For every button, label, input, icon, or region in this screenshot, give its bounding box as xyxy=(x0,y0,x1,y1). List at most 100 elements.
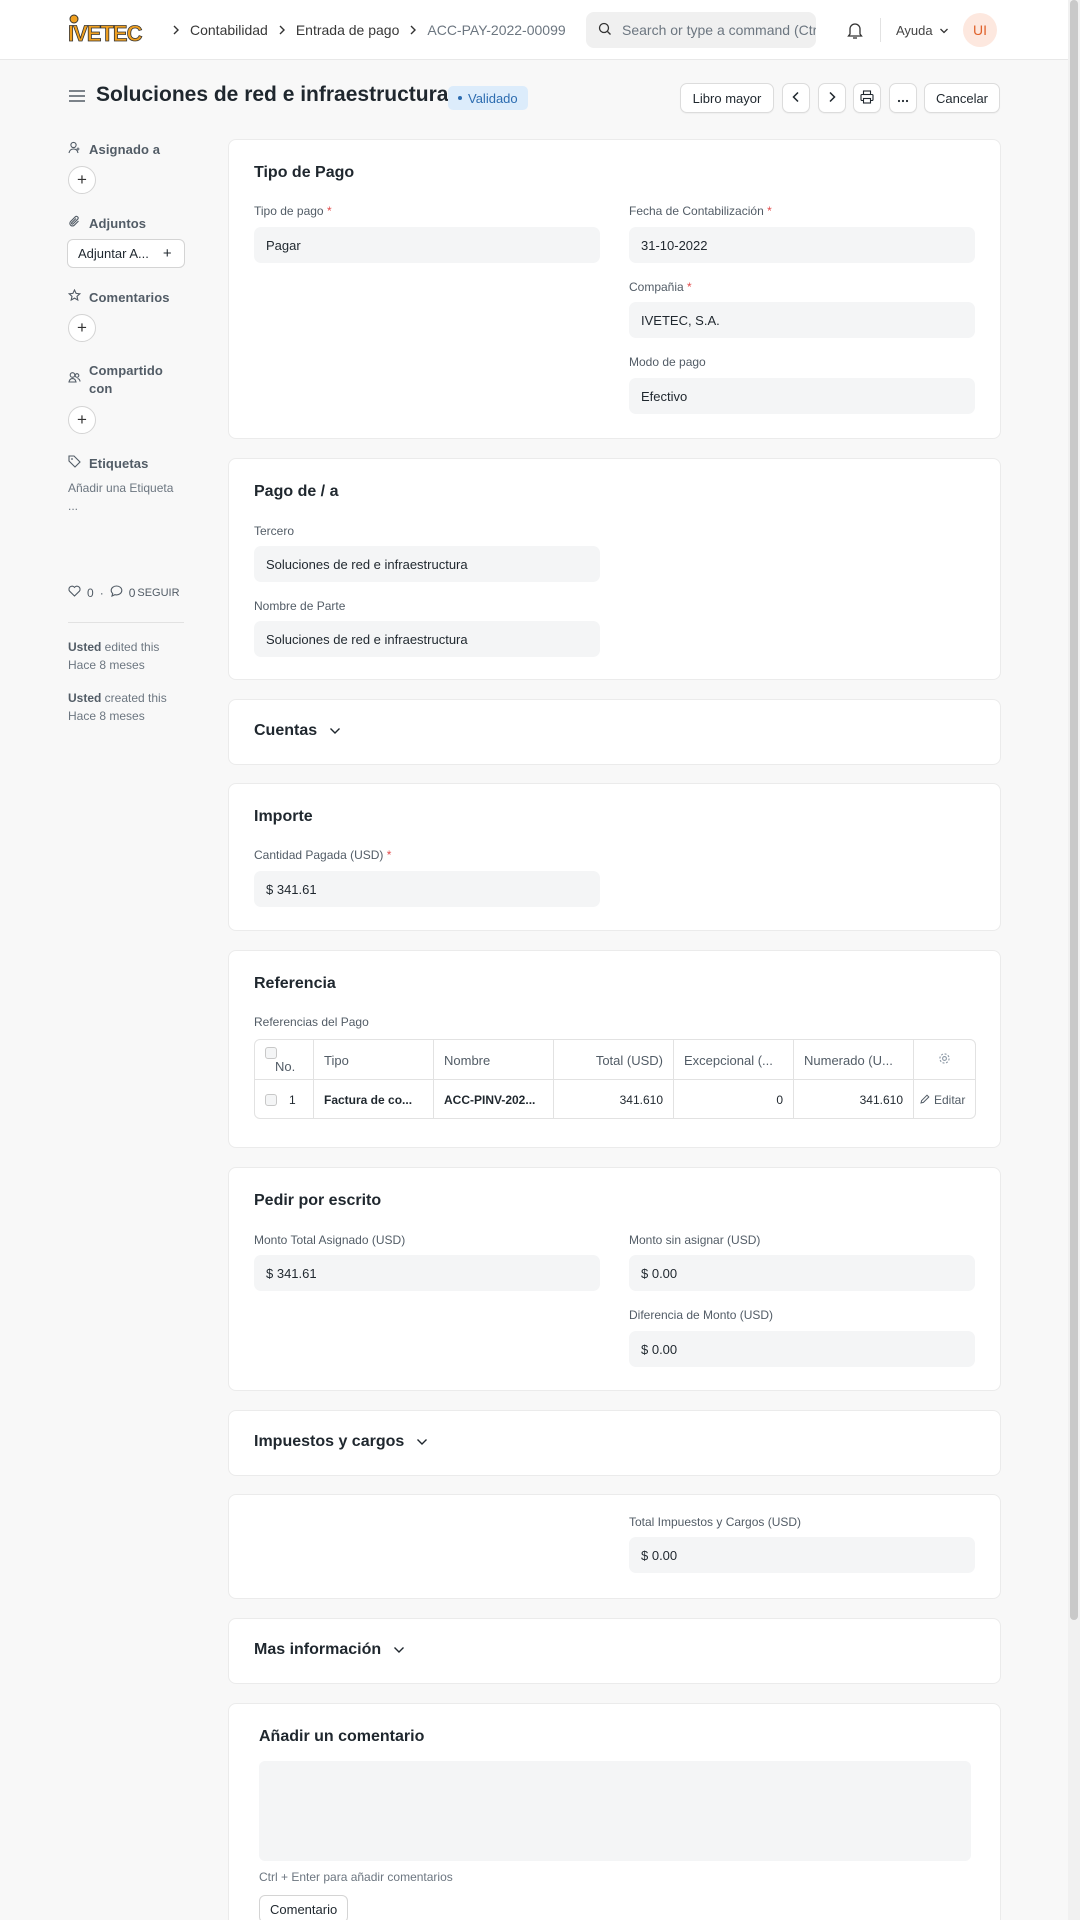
section-title: Mas información xyxy=(254,1641,382,1658)
page-scrollbar-thumb[interactable] xyxy=(1070,0,1078,1620)
table-row[interactable]: 1 Factura de co... ACC-PINV-202... 341.6… xyxy=(255,1080,975,1118)
activity-item: Usted created this Hace 8 meses xyxy=(68,689,167,725)
section-title: Añadir un comentario xyxy=(259,1728,425,1745)
cell-total[interactable]: 341.610 xyxy=(554,1080,674,1118)
taxes-toggle[interactable]: Impuestos y cargos xyxy=(254,1433,428,1451)
cell-numerado[interactable]: 341.610 xyxy=(794,1080,914,1118)
more-info-toggle[interactable]: Mas información xyxy=(254,1641,405,1659)
help-dropdown[interactable]: Ayuda xyxy=(896,0,949,60)
accounts-section[interactable]: Cuentas xyxy=(228,699,1001,765)
section-title: Tipo de Pago xyxy=(254,164,355,181)
add-tag-link[interactable]: Añadir una Etiqueta ... xyxy=(68,479,173,515)
avatar[interactable]: UI xyxy=(963,13,997,47)
chevron-right-icon xyxy=(828,91,836,106)
payment-type-field[interactable]: Pagar xyxy=(254,227,600,263)
print-button[interactable] xyxy=(853,83,881,113)
comment-icon xyxy=(110,584,123,602)
cell-excepcional[interactable]: 0 xyxy=(674,1080,794,1118)
search-input[interactable]: Search or type a command (Ctrl + G) xyxy=(586,12,816,48)
accounts-toggle[interactable]: Cuentas xyxy=(254,722,341,740)
mode-of-payment-label: Modo de pago xyxy=(629,355,706,369)
more-actions-button[interactable] xyxy=(889,83,917,113)
ellipsis-icon xyxy=(897,91,909,106)
attach-file-button[interactable]: Adjuntar A... + xyxy=(67,239,185,268)
shared-with-label: Compartido con xyxy=(68,362,163,398)
third-party-label: Tercero xyxy=(254,524,295,538)
assigned-to-label: Asignado a xyxy=(68,141,160,157)
paid-amount-label: Cantidad Pagada (USD) * xyxy=(254,848,392,862)
writeoff-section: Pedir por escrito Monto Total Asignado (… xyxy=(228,1167,1001,1391)
comments-text: Comentarios xyxy=(89,289,170,305)
total-taxes-field[interactable]: $ 0.00 xyxy=(629,1537,975,1573)
comment-textarea[interactable] xyxy=(259,1761,971,1861)
add-assignee-button[interactable]: + xyxy=(68,166,96,194)
payment-type-section: Tipo de Pago Tipo de pago * Pagar Fecha … xyxy=(228,139,1001,439)
hamburger-menu-icon[interactable] xyxy=(68,89,86,106)
difference-amount-label: Diferencia de Monto (USD) xyxy=(629,1308,774,1322)
total-taxes-label: Total Impuestos y Cargos (USD) xyxy=(629,1515,802,1529)
activity-action: created this xyxy=(101,691,167,705)
cell-tipo[interactable]: Factura de co... xyxy=(314,1080,434,1118)
paperclip-icon xyxy=(68,215,81,231)
next-button[interactable] xyxy=(818,83,846,113)
header-excepcional: Excepcional (... xyxy=(674,1040,794,1080)
chevron-down-icon xyxy=(329,722,341,740)
attachments-text: Adjuntos xyxy=(89,215,147,231)
status-text: Validado xyxy=(468,90,518,106)
references-table-label: Referencias del Pago xyxy=(254,1015,369,1029)
row-checkbox[interactable] xyxy=(265,1094,277,1106)
third-party-field[interactable]: Soluciones de red e infraestructura xyxy=(254,546,600,582)
add-comment-sidebar-button[interactable]: + xyxy=(68,314,96,342)
allocated-amount-field[interactable]: $ 341.61 xyxy=(254,1255,600,1291)
activity-user[interactable]: Usted xyxy=(68,640,101,654)
payment-type-label: Tipo de pago * xyxy=(254,204,332,218)
chevron-left-icon xyxy=(792,91,800,106)
paid-amount-field[interactable]: $ 341.61 xyxy=(254,871,600,907)
add-tag-ellipsis: ... xyxy=(68,499,79,513)
page-scrollbar-track[interactable] xyxy=(1068,0,1080,1920)
select-all-checkbox[interactable] xyxy=(265,1046,277,1059)
mode-of-payment-field[interactable]: Efectivo xyxy=(629,378,975,414)
more-info-section[interactable]: Mas información xyxy=(228,1618,1001,1684)
breadcrumb-entrada-de-pago[interactable]: Entrada de pago xyxy=(296,22,400,38)
add-tag-text: Añadir una Etiqueta xyxy=(68,481,174,495)
help-label: Ayuda xyxy=(896,22,933,38)
header-total: Total (USD) xyxy=(554,1040,674,1080)
edit-row-button[interactable]: Editar xyxy=(914,1080,975,1118)
chevron-right-icon xyxy=(409,25,417,35)
references-table: No. Tipo Nombre Total (USD) Excepcional … xyxy=(254,1039,976,1119)
ledger-button[interactable]: Libro mayor xyxy=(680,83,774,113)
breadcrumb-current-doc[interactable]: ACC-PAY-2022-00099 xyxy=(427,22,565,38)
shared-with-text-1: Compartido xyxy=(89,363,163,378)
chevron-down-icon xyxy=(416,1433,428,1451)
difference-amount-field[interactable]: $ 0.00 xyxy=(629,1331,975,1367)
add-share-button[interactable]: + xyxy=(68,406,96,434)
party-name-field[interactable]: Soluciones de red e infraestructura xyxy=(254,621,600,657)
status-badge: Validado xyxy=(448,86,528,110)
app-logo[interactable]: IVETEC xyxy=(68,14,158,48)
svg-text:IVETEC: IVETEC xyxy=(68,21,143,46)
taxes-section[interactable]: Impuestos y cargos xyxy=(228,1410,1001,1476)
search-placeholder: Search or type a command (Ctrl + G) xyxy=(622,22,816,38)
chevron-right-icon xyxy=(172,25,180,35)
chevron-right-icon xyxy=(278,25,286,35)
attachments-label: Adjuntos xyxy=(68,215,146,231)
party-name-label: Nombre de Parte xyxy=(254,599,346,613)
cell-nombre[interactable]: ACC-PINV-202... xyxy=(434,1080,554,1118)
cancel-button[interactable]: Cancelar xyxy=(924,83,1000,113)
submit-comment-button[interactable]: Comentario xyxy=(259,1895,349,1920)
column-settings-button[interactable] xyxy=(914,1040,975,1080)
notification-bell-icon[interactable] xyxy=(846,20,864,43)
heart-icon[interactable] xyxy=(68,584,81,602)
section-title: Referencia xyxy=(254,975,336,992)
activity-user[interactable]: Usted xyxy=(68,691,101,705)
header-numerado: Numerado (U... xyxy=(794,1040,914,1080)
company-field[interactable]: IVETEC, S.A. xyxy=(629,302,975,338)
plus-icon: + xyxy=(162,245,172,262)
previous-button[interactable] xyxy=(782,83,810,113)
follow-link[interactable]: SEGUIR xyxy=(137,584,179,602)
posting-date-field[interactable]: 31-10-2022 xyxy=(629,227,975,263)
breadcrumb-contabilidad[interactable]: Contabilidad xyxy=(190,22,268,38)
breadcrumb: Contabilidad Entrada de pago ACC-PAY-202… xyxy=(172,0,566,60)
unallocated-amount-field[interactable]: $ 0.00 xyxy=(629,1255,975,1291)
